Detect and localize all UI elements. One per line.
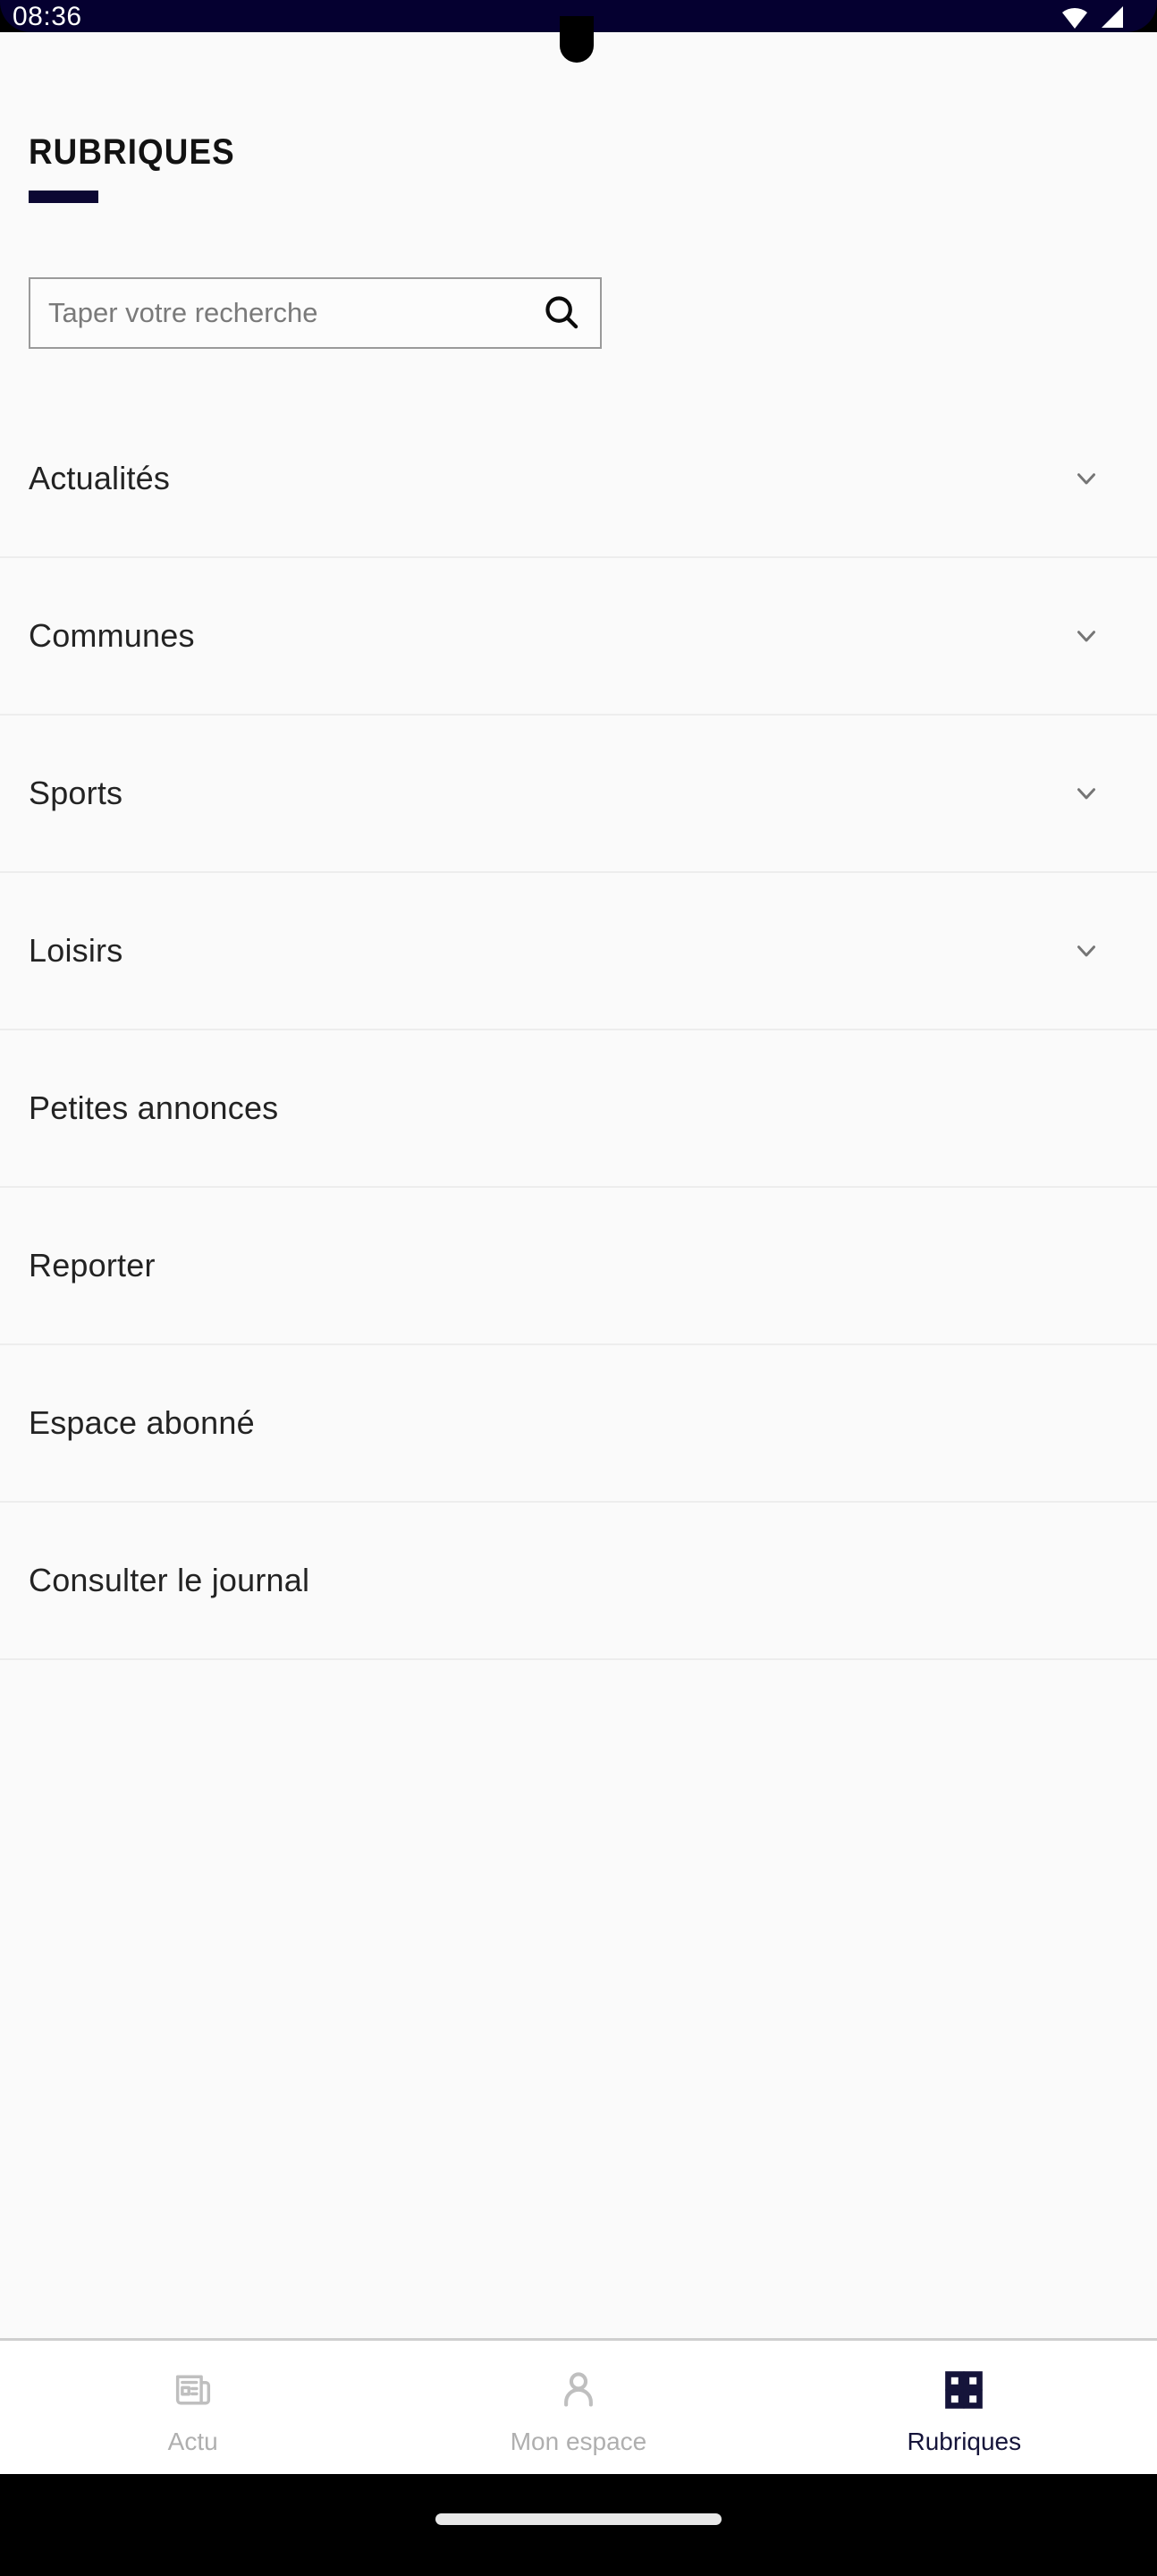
chevron-down-icon[interactable] [1068,775,1105,812]
list-item-label: Petites annonces [29,1089,279,1126]
list-item[interactable]: Reporter [0,1188,1157,1345]
list-item-label: Communes [29,617,195,654]
chevron-down-icon[interactable] [1068,932,1105,970]
person-icon [555,2365,602,2415]
nav-tab-rubriques[interactable]: Rubriques [772,2341,1157,2474]
system-gesture-bar [0,2474,1157,2576]
nav-tab-mon-espace[interactable]: Mon espace [385,2341,771,2474]
list-item[interactable]: Actualités [0,401,1157,558]
list-item[interactable]: Communes [0,558,1157,716]
cellular-signal-icon [1098,5,1125,33]
list-item[interactable]: Petites annonces [0,1030,1157,1188]
list-item-label: Reporter [29,1247,156,1284]
list-item[interactable]: Espace abonné [0,1345,1157,1503]
search-icon [541,292,582,335]
grid-icon [942,2365,986,2415]
search-box[interactable] [29,277,602,349]
newspaper-icon [170,2365,216,2415]
list-item-label: Consulter le journal [29,1562,310,1598]
wifi-icon [1060,5,1089,33]
page-title-underline [29,191,98,203]
list-item-label: Actualités [29,460,171,496]
list-item[interactable]: Consulter le journal [0,1503,1157,1660]
page-title: RUBRIQUES [29,132,235,172]
list-item[interactable]: Loisirs [0,873,1157,1030]
nav-tab-label: Mon espace [510,2427,647,2455]
list-item-label: Sports [29,775,123,811]
search-button[interactable] [523,278,600,348]
chevron-down-icon[interactable] [1068,460,1105,497]
status-bar-clock: 08:36 [13,2,82,31]
nav-tab-label: Actu [167,2427,218,2455]
chevron-down-icon[interactable] [1068,617,1105,655]
list-item[interactable]: Sports [0,716,1157,873]
nav-tab-label: Rubriques [907,2427,1022,2455]
list-item-label: Espace abonné [29,1404,255,1441]
list-item-label: Loisirs [29,932,123,969]
status-bar-icons [1060,5,1125,33]
nav-tab-actu[interactable]: Actu [0,2341,385,2474]
category-list: Actualités Communes Sports Loisirs Petit [0,401,1157,1660]
search-input[interactable] [30,297,523,329]
gesture-handle[interactable] [435,2513,722,2525]
app-screen: 08:36 RUBRIQUES Taper votre recherche Ac… [0,0,1157,2576]
camera-notch [560,16,594,63]
bottom-navigation-bar: Actu Mon espace Rubriques [0,2338,1157,2474]
